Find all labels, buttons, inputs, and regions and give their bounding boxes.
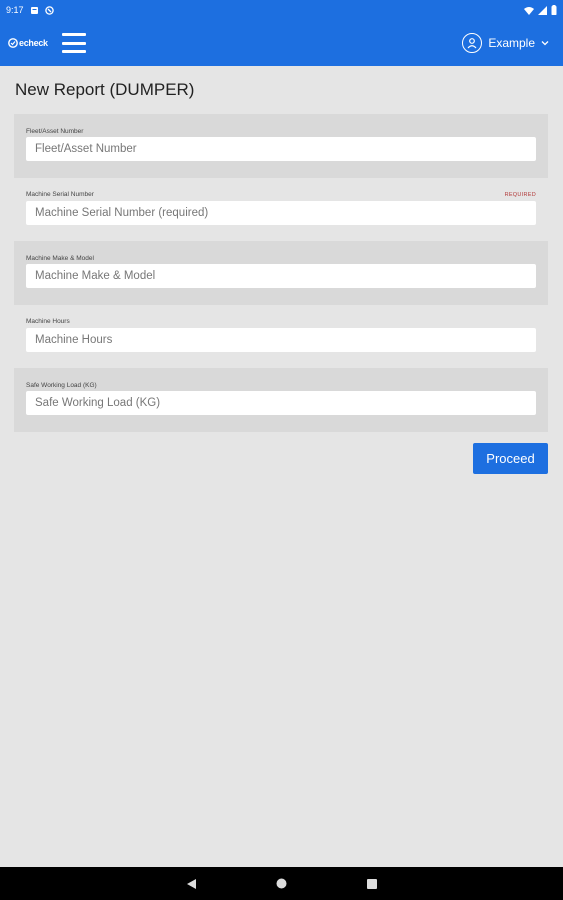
required-badge: REQUIRED: [504, 191, 536, 198]
recents-icon[interactable]: [327, 878, 417, 889]
safe-working-load-input[interactable]: [26, 391, 536, 416]
menu-icon[interactable]: [61, 33, 86, 53]
field-label: Machine Hours: [26, 318, 70, 326]
chevron-down-icon: [541, 41, 549, 46]
field-group-machine-hours: Machine Hours: [14, 304, 548, 369]
machine-serial-number-input[interactable]: [26, 200, 536, 225]
field-label: Safe Working Load (KG): [26, 381, 97, 389]
field-label: Machine Make & Model: [26, 254, 94, 262]
wifi-icon: [524, 6, 534, 15]
machine-hours-input[interactable]: [26, 327, 536, 352]
status-bar: 9:17: [0, 0, 563, 20]
user-menu[interactable]: Example: [462, 33, 549, 53]
proceed-button[interactable]: Proceed: [473, 443, 548, 474]
logo-check-icon: [8, 38, 18, 48]
field-group-make-model: Machine Make & Model: [14, 241, 548, 305]
page-title: New Report (DUMPER): [15, 80, 195, 99]
machine-make-model-input[interactable]: [26, 264, 536, 289]
status-time: 9:17: [6, 5, 24, 15]
fleet-asset-number-input[interactable]: [26, 137, 536, 161]
system-nav-bar: [0, 867, 563, 900]
report-form: Fleet/Asset Number Machine Serial Number…: [14, 114, 548, 432]
battery-icon: [551, 5, 557, 15]
field-group-safe-working-load: Safe Working Load (KG): [14, 368, 548, 432]
signal-icon: [538, 5, 547, 15]
field-label: Machine Serial Number: [26, 191, 94, 199]
field-group-fleet-asset: Fleet/Asset Number: [14, 114, 548, 178]
app-bar: echeck Example: [0, 20, 563, 66]
notification-icon: [30, 6, 38, 14]
app-logo[interactable]: echeck: [8, 38, 48, 48]
user-avatar-icon: [462, 33, 483, 53]
field-label: Fleet/Asset Number: [26, 127, 84, 135]
logo-text: echeck: [19, 38, 48, 48]
user-name: Example: [488, 36, 535, 50]
sync-icon: [44, 5, 54, 15]
field-group-serial-number: Machine Serial Number REQUIRED: [14, 177, 548, 242]
back-icon[interactable]: [147, 878, 237, 890]
home-icon[interactable]: [237, 878, 327, 889]
